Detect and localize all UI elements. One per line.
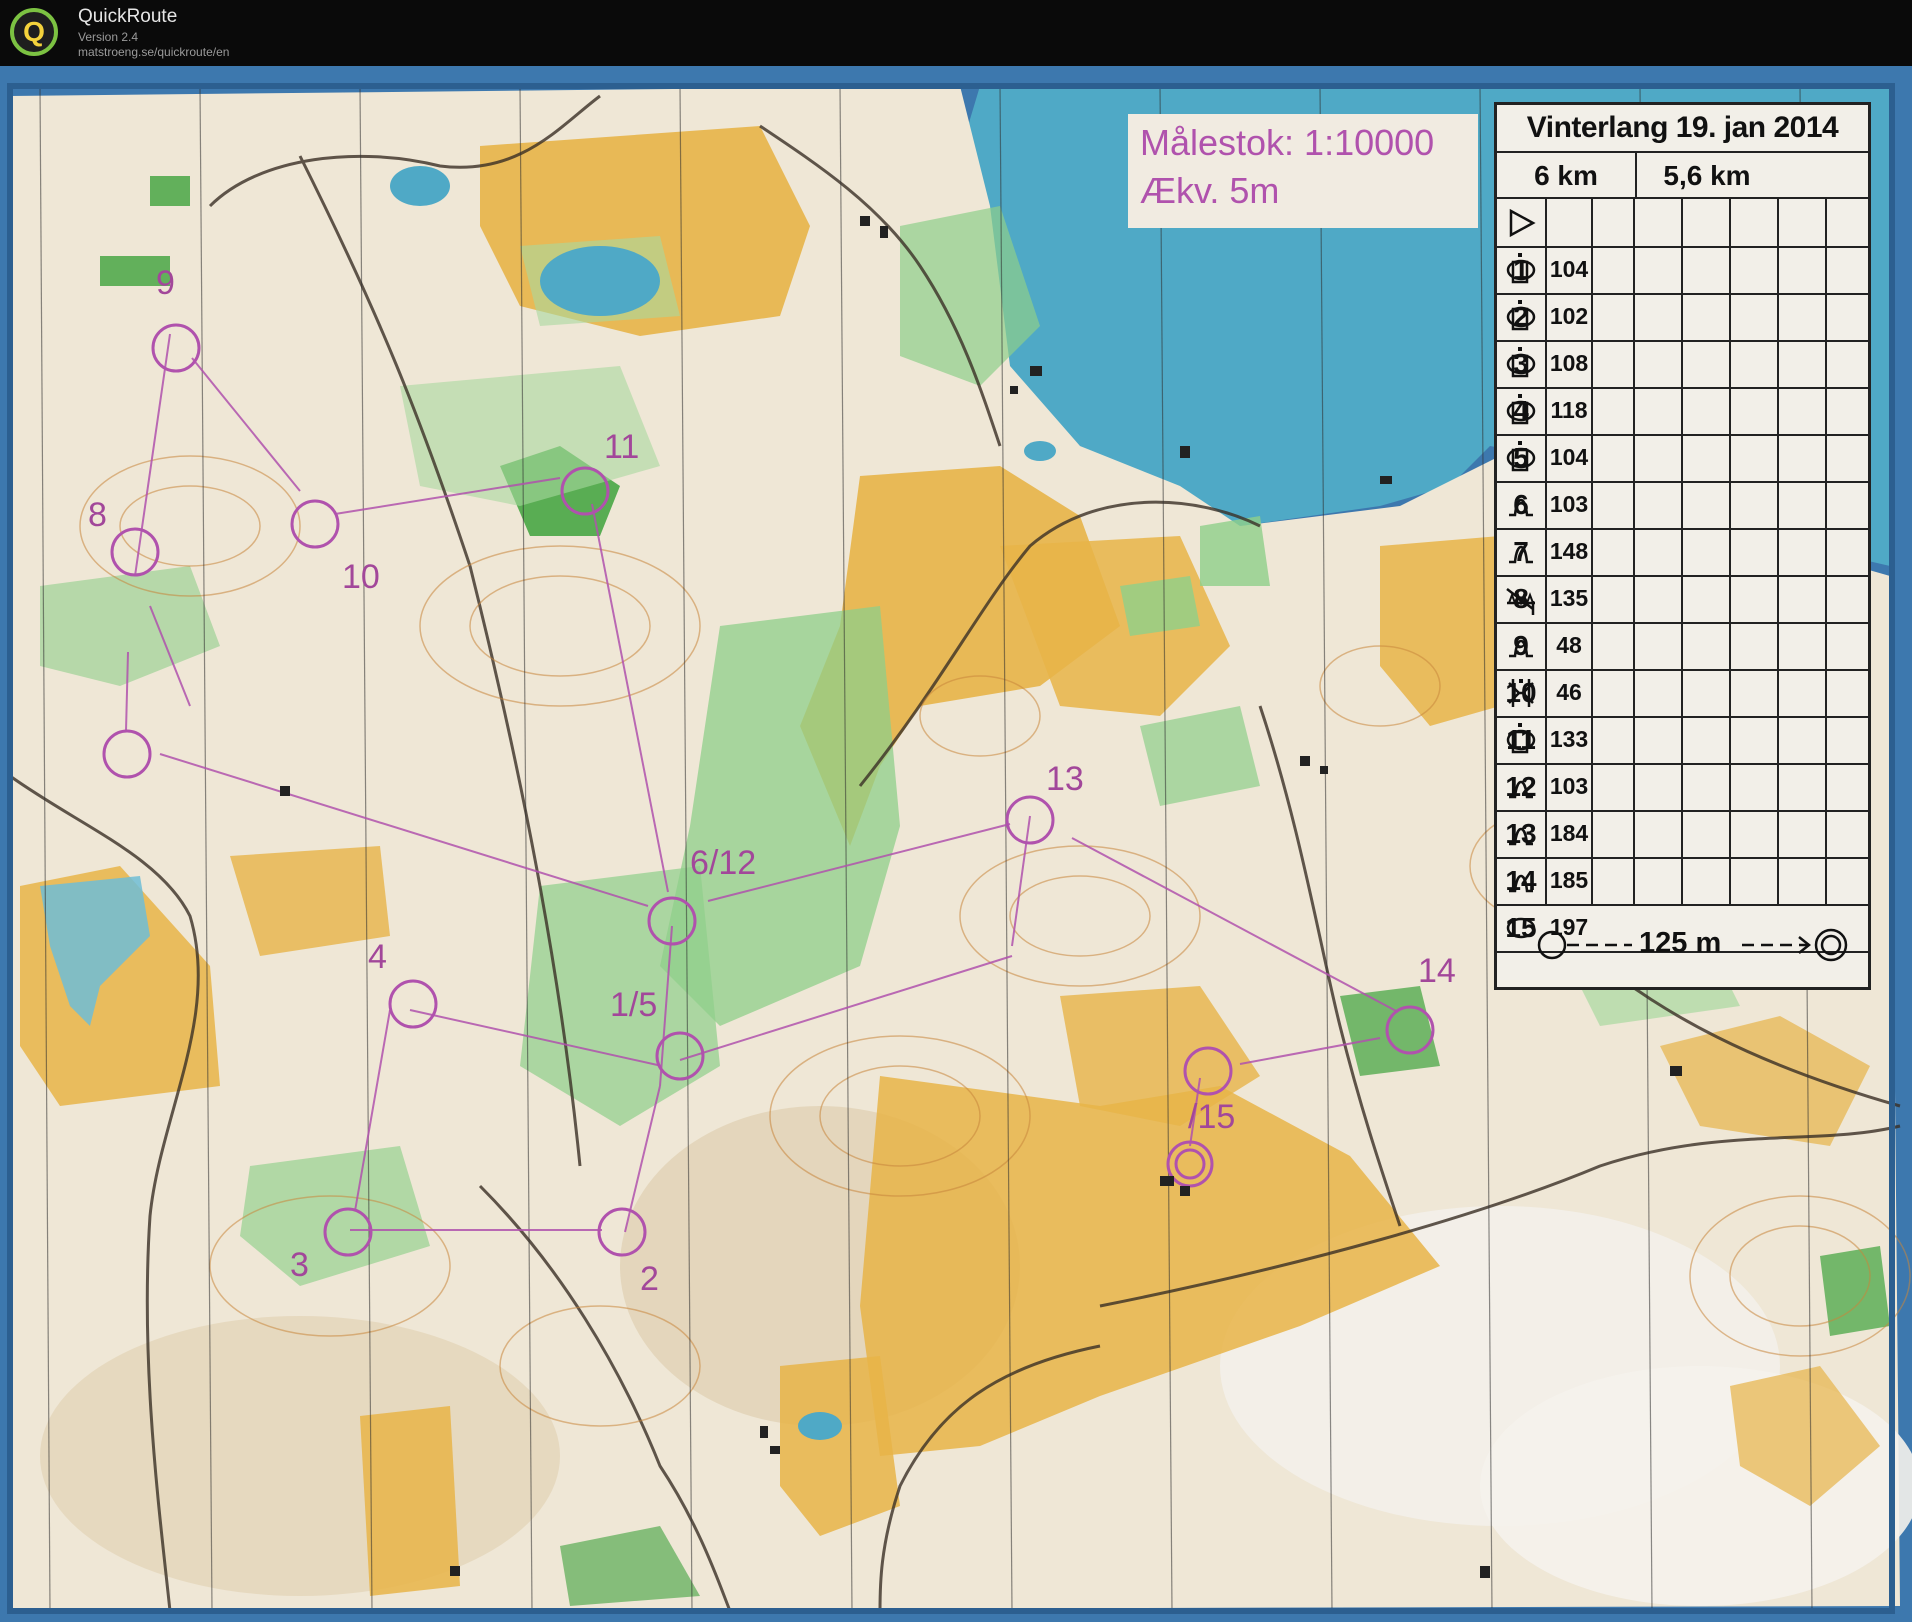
control-code: 135	[1549, 585, 1589, 611]
grid-line	[1497, 197, 1868, 199]
top-of-feature-icon	[1511, 441, 1529, 472]
control-label-8: 8	[88, 496, 107, 534]
control-code: 133	[1549, 726, 1589, 752]
control-label-11: 11	[604, 428, 639, 466]
hill-icon	[1509, 545, 1533, 564]
between-icon	[1511, 679, 1531, 707]
control-label-15: /15	[1188, 1098, 1235, 1136]
grid-line	[1633, 199, 1635, 905]
quickroute-logo-icon: Q	[10, 8, 58, 56]
control-label-13: 13	[1046, 760, 1084, 798]
scale-legend: Målestok: 1:10000 Ækv. 5m	[1128, 114, 1478, 228]
grid-line	[1729, 199, 1731, 905]
control-label-10: 10	[342, 558, 380, 596]
grid-line	[1825, 199, 1827, 905]
control-code: 184	[1549, 820, 1589, 846]
control-code: 104	[1549, 256, 1589, 282]
control-description-sheet: Vinterlang 19. jan 2014 6 km 5,6 km 1 104…	[1494, 102, 1871, 990]
hill-icon	[1509, 639, 1533, 658]
event-title: Vinterlang 19. jan 2014	[1497, 105, 1868, 153]
control-label-2: 2	[640, 1260, 659, 1298]
hill-icon	[1509, 874, 1533, 893]
control-code: 185	[1549, 867, 1589, 893]
grid-line	[1777, 199, 1779, 905]
grid-line	[1545, 199, 1547, 905]
control-code: 118	[1550, 397, 1588, 423]
orienteering-map[interactable]: 9 8 10 11 6/12 13 4 1/5 14 /15 3 2 Måles…	[0, 66, 1912, 1622]
top-of-feature-icon	[1511, 253, 1529, 284]
control-code: 48	[1556, 632, 1582, 658]
app-version: Version 2.4	[78, 30, 139, 44]
hill-icon	[1509, 498, 1533, 517]
foot-of-feature-icon	[1506, 588, 1535, 615]
hill-icon	[1509, 780, 1533, 799]
control-code: 103	[1549, 773, 1589, 799]
app-name: QuickRoute	[78, 6, 178, 27]
control-label-9: 9	[156, 264, 175, 302]
control-code: 46	[1556, 679, 1582, 705]
hill-icon	[1509, 827, 1533, 846]
control-label-14: 14	[1418, 952, 1456, 990]
scale-text: Målestok: 1:10000	[1140, 122, 1435, 163]
title-bar: Q QuickRoute Version 2.4 matstroeng.se/q…	[0, 0, 1912, 66]
grid-line	[1681, 199, 1683, 905]
control-label-4: 4	[368, 938, 387, 976]
grid-line	[1591, 199, 1593, 905]
start-triangle-icon	[1509, 208, 1536, 238]
course-length-b: 5,6 km	[1663, 160, 1751, 191]
svg-text:Q: Q	[23, 16, 45, 47]
top-of-feature-icon	[1511, 394, 1529, 425]
app-url: matstroeng.se/quickroute/en	[78, 45, 230, 59]
control-label-6-12: 6/12	[690, 844, 756, 882]
control-code: 103	[1549, 491, 1589, 517]
finish-distance: 125 m	[1639, 927, 1722, 959]
control-label-3: 3	[290, 1246, 309, 1284]
course-length-a: 6 km	[1534, 160, 1598, 191]
contour-interval-text: Ækv. 5m	[1140, 170, 1280, 211]
control-code: 102	[1549, 303, 1589, 329]
control-code: 108	[1549, 350, 1589, 376]
grid-line	[1635, 151, 1637, 199]
top-of-feature-icon	[1511, 347, 1529, 378]
control-code: 148	[1549, 538, 1589, 564]
control-label-1-5: 1/5	[610, 986, 657, 1024]
top-of-feature-icon	[1511, 300, 1529, 331]
top-of-feature-icon	[1511, 723, 1529, 754]
control-code: 104	[1549, 444, 1589, 470]
finish-row: 125 m	[1497, 907, 1868, 987]
